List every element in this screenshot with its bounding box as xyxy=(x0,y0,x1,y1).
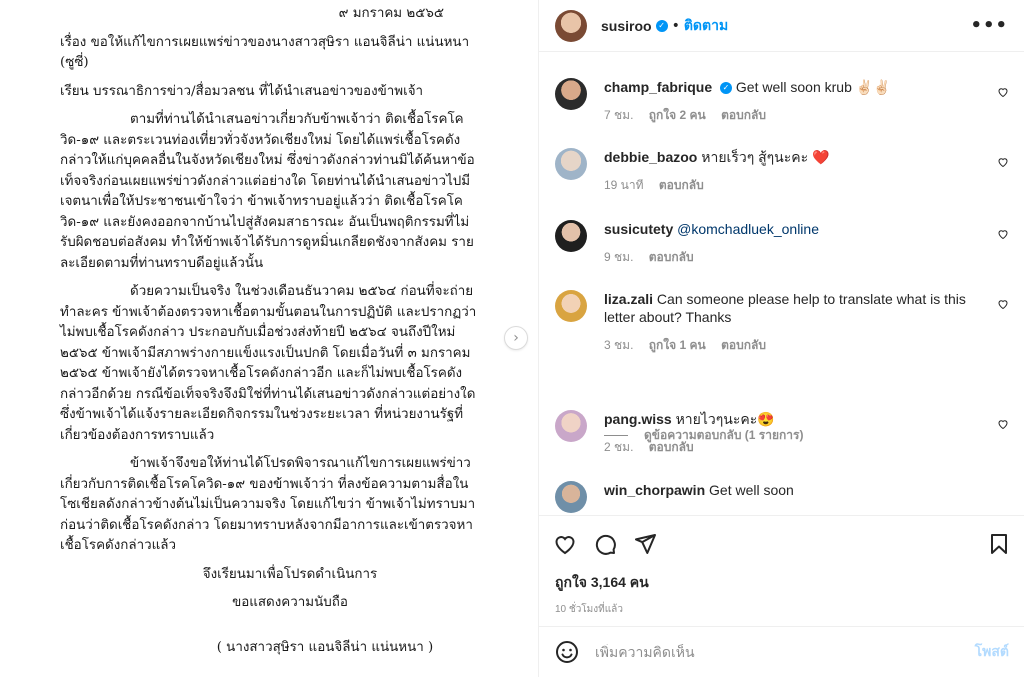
comment-likes[interactable]: ถูกใจ 1 คน xyxy=(649,338,706,352)
comment-avatar[interactable] xyxy=(555,220,587,252)
comment-avatar[interactable] xyxy=(555,481,587,513)
emoji-smiley-icon[interactable] xyxy=(555,640,579,664)
comment-item: debbie_bazoo หายเร็วๆ สู้ๆนะคะ ❤️ 19 นาท… xyxy=(555,148,1009,194)
verified-badge-icon: ✓ xyxy=(655,19,668,32)
letter-paragraph-1: ตามที่ท่านได้นำเสนอข่าวเกี่ยวกับข้าพเจ้า… xyxy=(60,112,475,271)
comment-avatar[interactable] xyxy=(555,410,587,442)
comment-time[interactable]: 19 นาที xyxy=(604,178,644,192)
header-separator: • xyxy=(671,17,680,34)
letter-paragraph-3: ข้าพเจ้าจึงขอให้ท่านได้โปรดพิจารณาแก้ไขก… xyxy=(60,456,476,553)
comment-time[interactable]: 3 ชม. xyxy=(604,338,633,352)
comment-item: liza.zali Can someone please help to tra… xyxy=(555,290,1009,354)
author-avatar[interactable] xyxy=(555,9,587,42)
letter-recipient: เรียน บรรณาธิการข่าว/สื่อมวลชน ที่ได้นำเ… xyxy=(60,83,424,99)
like-comment-heart-icon[interactable] xyxy=(997,156,1009,168)
like-heart-icon[interactable] xyxy=(553,532,577,556)
comment-input[interactable] xyxy=(595,644,975,660)
comment-username[interactable]: debbie_bazoo xyxy=(604,149,697,165)
share-paper-plane-icon[interactable] xyxy=(633,532,657,556)
comment-avatar[interactable] xyxy=(555,78,587,110)
letter-document: ๙ มกราคม ๒๕๖๕ เรื่อง ขอให้แก้ไขการเผยแพร… xyxy=(60,4,480,658)
follow-button[interactable]: ติดตาม xyxy=(684,15,728,37)
comment-username[interactable]: susicutety xyxy=(604,221,673,237)
next-image-button[interactable]: › xyxy=(504,326,528,350)
like-comment-heart-icon[interactable] xyxy=(997,418,1009,430)
comment-item: pang.wiss หายไวๆนะคะ😍 2 ชม. ตอบกลับ xyxy=(555,410,1009,456)
comment-text: Get well soon krub ✌🏻✌🏻 xyxy=(735,79,891,95)
comment-username[interactable]: liza.zali xyxy=(604,291,653,307)
reply-button[interactable]: ตอบกลับ xyxy=(721,338,766,352)
comment-time[interactable]: 9 ชม. xyxy=(604,250,633,264)
comment-username[interactable]: pang.wiss xyxy=(604,411,672,427)
comment-text: Get well soon xyxy=(709,482,794,498)
comment-username[interactable]: champ_fabrique xyxy=(604,79,712,95)
verified-badge-icon: ✓ xyxy=(720,82,733,95)
comment-item: champ_fabrique ✓ Get well soon krub ✌🏻✌🏻… xyxy=(555,78,1009,124)
post-media: ๙ มกราคม ๒๕๖๕ เรื่อง ขอให้แก้ไขการเผยแพร… xyxy=(0,0,538,677)
comments-list: champ_fabrique ✓ Get well soon krub ✌🏻✌🏻… xyxy=(539,53,1024,515)
post-actions: ถูกใจ 3,164 คน 10 ชั่วโมงที่แล้ว xyxy=(539,515,1024,617)
like-comment-heart-icon[interactable] xyxy=(997,298,1009,310)
letter-signature: ( นางสาวสุษิรา แอนจิลีน่า แน่นหนา ) xyxy=(216,639,434,655)
letter-regards: ขอแสดงความนับถือ xyxy=(232,595,348,610)
comment-time[interactable]: 2 ชม. xyxy=(604,440,633,454)
chevron-right-icon: › xyxy=(513,330,519,346)
comment-text: หายเร็วๆ สู้ๆนะคะ ❤️ xyxy=(701,149,830,165)
comment-username[interactable]: win_chorpawin xyxy=(604,482,705,498)
post-comment-button[interactable]: โพสต์ xyxy=(975,641,1009,663)
reply-button[interactable]: ตอบกลับ xyxy=(721,108,766,122)
comment-item: win_chorpawin Get well soon xyxy=(555,481,1009,513)
comment-text: หายไวๆนะคะ😍 xyxy=(675,411,775,427)
post-header: susiroo ✓ • ติดตาม ••• xyxy=(539,0,1024,52)
comment-item: susicutety @komchadluek_online 9 ชม. ตอบ… xyxy=(555,220,1009,266)
reply-button[interactable]: ตอบกลับ xyxy=(659,178,704,192)
reply-button[interactable]: ตอบกลับ xyxy=(649,250,694,264)
add-comment-bar: โพสต์ xyxy=(539,626,1024,677)
comment-time[interactable]: 7 ชม. xyxy=(604,108,633,122)
likes-count[interactable]: ถูกใจ 3,164 คน xyxy=(539,572,1024,594)
author-username[interactable]: susiroo xyxy=(601,18,652,34)
comment-avatar[interactable] xyxy=(555,290,587,322)
letter-paragraph-2: ด้วยความเป็นจริง ในช่วงเดือนธันวาคม ๒๕๖๔… xyxy=(60,284,477,443)
like-comment-heart-icon[interactable] xyxy=(997,86,1009,98)
comment-text: Can someone please help to translate wha… xyxy=(604,291,966,325)
like-comment-heart-icon[interactable] xyxy=(997,228,1009,240)
comment-avatar[interactable] xyxy=(555,148,587,180)
comment-likes[interactable]: ถูกใจ 2 คน xyxy=(649,108,706,122)
bookmark-icon[interactable] xyxy=(987,532,1011,556)
letter-date: ๙ มกราคม ๒๕๖๕ xyxy=(338,6,444,21)
post-timestamp[interactable]: 10 ชั่วโมงที่แล้ว xyxy=(539,594,1024,617)
reply-button[interactable]: ตอบกลับ xyxy=(649,440,694,454)
post-panel: susiroo ✓ • ติดตาม ••• champ_fabrique ✓ … xyxy=(538,0,1024,677)
letter-subject: เรื่อง ขอให้แก้ไขการเผยแพร่ข่าวของนางสาว… xyxy=(60,34,470,71)
more-options-icon[interactable]: ••• xyxy=(970,15,1008,36)
comment-mention-link[interactable]: @komchadluek_online xyxy=(677,221,819,237)
comment-bubble-icon[interactable] xyxy=(593,532,617,556)
letter-closing: จึงเรียนมาเพื่อโปรดดำเนินการ xyxy=(202,566,378,582)
